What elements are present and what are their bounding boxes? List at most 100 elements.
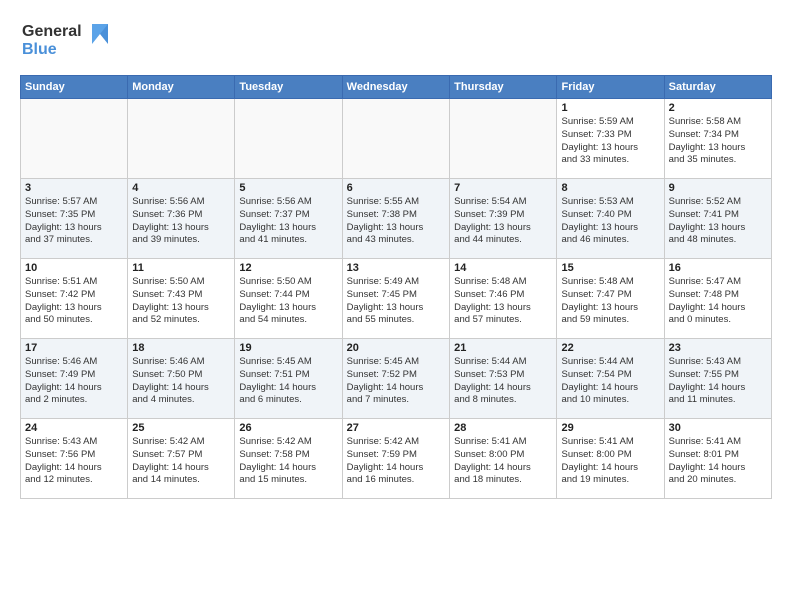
day-number: 19 — [239, 342, 337, 354]
day-info: Sunrise: 5:53 AM Sunset: 7:40 PM Dayligh… — [561, 196, 659, 247]
weekday-header-sunday: Sunday — [21, 76, 128, 99]
day-info: Sunrise: 5:43 AM Sunset: 7:56 PM Dayligh… — [25, 436, 123, 487]
day-number: 11 — [132, 262, 230, 274]
calendar-cell: 29 Sunrise: 5:41 AM Sunset: 8:00 PM Dayli… — [557, 419, 664, 499]
calendar-cell: 10 Sunrise: 5:51 AM Sunset: 7:42 PM Dayli… — [21, 259, 128, 339]
page-header: General Blue — [20, 16, 772, 65]
day-info: Sunrise: 5:57 AM Sunset: 7:35 PM Dayligh… — [25, 196, 123, 247]
day-number: 18 — [132, 342, 230, 354]
calendar-week-2: 3 Sunrise: 5:57 AM Sunset: 7:35 PM Daylig… — [21, 179, 772, 259]
day-info: Sunrise: 5:54 AM Sunset: 7:39 PM Dayligh… — [454, 196, 552, 247]
calendar-cell: 3 Sunrise: 5:57 AM Sunset: 7:35 PM Daylig… — [21, 179, 128, 259]
svg-text:General: General — [22, 23, 82, 40]
calendar-cell: 8 Sunrise: 5:53 AM Sunset: 7:40 PM Daylig… — [557, 179, 664, 259]
day-info: Sunrise: 5:45 AM Sunset: 7:51 PM Dayligh… — [239, 356, 337, 407]
calendar-cell — [450, 99, 557, 179]
calendar-cell — [21, 99, 128, 179]
day-number: 23 — [669, 342, 767, 354]
day-number: 28 — [454, 422, 552, 434]
calendar-cell: 7 Sunrise: 5:54 AM Sunset: 7:39 PM Daylig… — [450, 179, 557, 259]
calendar-cell — [235, 99, 342, 179]
calendar-week-3: 10 Sunrise: 5:51 AM Sunset: 7:42 PM Dayli… — [21, 259, 772, 339]
calendar-cell: 2 Sunrise: 5:58 AM Sunset: 7:34 PM Daylig… — [664, 99, 771, 179]
calendar-cell: 14 Sunrise: 5:48 AM Sunset: 7:46 PM Dayli… — [450, 259, 557, 339]
calendar-cell: 17Sunrise: 5:46 AM Sunset: 7:49 PM Dayli… — [21, 339, 128, 419]
calendar-cell: 1Sunrise: 5:59 AM Sunset: 7:33 PM Daylig… — [557, 99, 664, 179]
day-number: 14 — [454, 262, 552, 274]
day-info: Sunrise: 5:50 AM Sunset: 7:44 PM Dayligh… — [239, 276, 337, 327]
calendar-cell: 20 Sunrise: 5:45 AM Sunset: 7:52 PM Dayli… — [342, 339, 449, 419]
calendar-cell: 27 Sunrise: 5:42 AM Sunset: 7:59 PM Dayli… — [342, 419, 449, 499]
page-container: General Blue SundayMondayTuesdayWednesda… — [0, 0, 792, 509]
day-number: 7 — [454, 182, 552, 194]
weekday-header-thursday: Thursday — [450, 76, 557, 99]
logo: General Blue — [20, 16, 110, 65]
day-number: 8 — [561, 182, 659, 194]
day-info: Sunrise: 5:56 AM Sunset: 7:37 PM Dayligh… — [239, 196, 337, 247]
day-number: 2 — [669, 102, 767, 114]
day-info: Sunrise: 5:41 AM Sunset: 8:00 PM Dayligh… — [454, 436, 552, 487]
calendar-week-4: 17Sunrise: 5:46 AM Sunset: 7:49 PM Dayli… — [21, 339, 772, 419]
day-info: Sunrise: 5:59 AM Sunset: 7:33 PM Dayligh… — [561, 116, 659, 167]
calendar-cell: 6 Sunrise: 5:55 AM Sunset: 7:38 PM Daylig… — [342, 179, 449, 259]
day-info: Sunrise: 5:44 AM Sunset: 7:53 PM Dayligh… — [454, 356, 552, 407]
calendar-cell — [342, 99, 449, 179]
day-number: 12 — [239, 262, 337, 274]
day-info: Sunrise: 5:49 AM Sunset: 7:45 PM Dayligh… — [347, 276, 445, 327]
calendar-cell: 21 Sunrise: 5:44 AM Sunset: 7:53 PM Dayli… — [450, 339, 557, 419]
calendar-cell: 5 Sunrise: 5:56 AM Sunset: 7:37 PM Daylig… — [235, 179, 342, 259]
day-info: Sunrise: 5:48 AM Sunset: 7:47 PM Dayligh… — [561, 276, 659, 327]
calendar-header-row: SundayMondayTuesdayWednesdayThursdayFrid… — [21, 76, 772, 99]
calendar-cell: 15Sunrise: 5:48 AM Sunset: 7:47 PM Dayli… — [557, 259, 664, 339]
day-number: 27 — [347, 422, 445, 434]
day-info: Sunrise: 5:47 AM Sunset: 7:48 PM Dayligh… — [669, 276, 767, 327]
day-number: 24 — [25, 422, 123, 434]
day-info: Sunrise: 5:46 AM Sunset: 7:49 PM Dayligh… — [25, 356, 123, 407]
calendar-cell: 25Sunrise: 5:42 AM Sunset: 7:57 PM Dayli… — [128, 419, 235, 499]
day-number: 10 — [25, 262, 123, 274]
day-info: Sunrise: 5:41 AM Sunset: 8:00 PM Dayligh… — [561, 436, 659, 487]
day-number: 29 — [561, 422, 659, 434]
day-info: Sunrise: 5:50 AM Sunset: 7:43 PM Dayligh… — [132, 276, 230, 327]
day-info: Sunrise: 5:44 AM Sunset: 7:54 PM Dayligh… — [561, 356, 659, 407]
calendar-cell: 19 Sunrise: 5:45 AM Sunset: 7:51 PM Dayli… — [235, 339, 342, 419]
day-info: Sunrise: 5:51 AM Sunset: 7:42 PM Dayligh… — [25, 276, 123, 327]
day-info: Sunrise: 5:55 AM Sunset: 7:38 PM Dayligh… — [347, 196, 445, 247]
day-info: Sunrise: 5:52 AM Sunset: 7:41 PM Dayligh… — [669, 196, 767, 247]
day-number: 5 — [239, 182, 337, 194]
weekday-header-saturday: Saturday — [664, 76, 771, 99]
day-number: 4 — [132, 182, 230, 194]
day-info: Sunrise: 5:42 AM Sunset: 7:57 PM Dayligh… — [132, 436, 230, 487]
day-info: Sunrise: 5:46 AM Sunset: 7:50 PM Dayligh… — [132, 356, 230, 407]
day-number: 16 — [669, 262, 767, 274]
day-number: 21 — [454, 342, 552, 354]
weekday-header-monday: Monday — [128, 76, 235, 99]
day-number: 22 — [561, 342, 659, 354]
calendar-cell: 23Sunrise: 5:43 AM Sunset: 7:55 PM Dayli… — [664, 339, 771, 419]
day-info: Sunrise: 5:58 AM Sunset: 7:34 PM Dayligh… — [669, 116, 767, 167]
calendar-cell: 18 Sunrise: 5:46 AM Sunset: 7:50 PM Dayli… — [128, 339, 235, 419]
calendar-cell: 4 Sunrise: 5:56 AM Sunset: 7:36 PM Daylig… — [128, 179, 235, 259]
day-number: 26 — [239, 422, 337, 434]
weekday-header-friday: Friday — [557, 76, 664, 99]
calendar-cell: 28 Sunrise: 5:41 AM Sunset: 8:00 PM Dayli… — [450, 419, 557, 499]
calendar-cell: 13 Sunrise: 5:49 AM Sunset: 7:45 PM Dayli… — [342, 259, 449, 339]
calendar-cell — [128, 99, 235, 179]
day-info: Sunrise: 5:42 AM Sunset: 7:58 PM Dayligh… — [239, 436, 337, 487]
day-info: Sunrise: 5:45 AM Sunset: 7:52 PM Dayligh… — [347, 356, 445, 407]
day-number: 3 — [25, 182, 123, 194]
calendar-table: SundayMondayTuesdayWednesdayThursdayFrid… — [20, 75, 772, 499]
calendar-cell: 26 Sunrise: 5:42 AM Sunset: 7:58 PM Dayli… — [235, 419, 342, 499]
day-info: Sunrise: 5:42 AM Sunset: 7:59 PM Dayligh… — [347, 436, 445, 487]
calendar-cell: 11 Sunrise: 5:50 AM Sunset: 7:43 PM Dayli… — [128, 259, 235, 339]
day-number: 13 — [347, 262, 445, 274]
day-number: 6 — [347, 182, 445, 194]
weekday-header-tuesday: Tuesday — [235, 76, 342, 99]
svg-text:Blue: Blue — [22, 41, 57, 58]
day-info: Sunrise: 5:48 AM Sunset: 7:46 PM Dayligh… — [454, 276, 552, 327]
day-number: 20 — [347, 342, 445, 354]
calendar-week-1: 1Sunrise: 5:59 AM Sunset: 7:33 PM Daylig… — [21, 99, 772, 179]
day-info: Sunrise: 5:56 AM Sunset: 7:36 PM Dayligh… — [132, 196, 230, 247]
day-info: Sunrise: 5:41 AM Sunset: 8:01 PM Dayligh… — [669, 436, 767, 487]
calendar-cell: 30Sunrise: 5:41 AM Sunset: 8:01 PM Dayli… — [664, 419, 771, 499]
